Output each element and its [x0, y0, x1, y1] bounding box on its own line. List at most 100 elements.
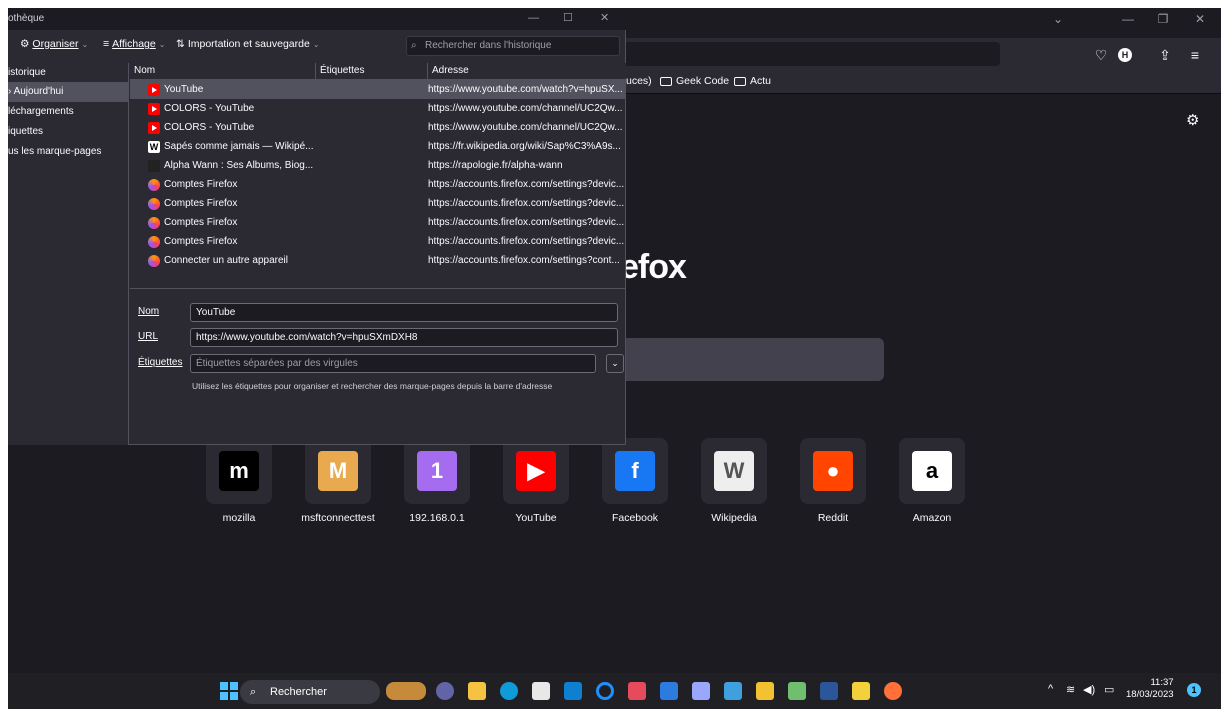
newtab-search-box[interactable] — [610, 338, 884, 381]
sidebar-item-history[interactable]: istorique — [8, 63, 128, 83]
l-app-icon[interactable] — [564, 682, 582, 700]
history-row[interactable]: Comptes Firefox https://accounts.firefox.… — [130, 232, 626, 251]
url-field[interactable]: https://www.youtube.com/watch?v=hpuSXmDX… — [190, 328, 618, 347]
top-site-tile[interactable]: ● — [800, 438, 866, 504]
store-icon[interactable] — [532, 682, 550, 700]
top-site-label[interactable]: mozilla — [189, 512, 289, 524]
import-backup-menu-button[interactable]: ⇅ Importation et sauvegarde ⌄ — [176, 38, 320, 50]
app-s-icon[interactable] — [628, 682, 646, 700]
top-site-label[interactable]: Reddit — [783, 512, 883, 524]
history-row[interactable]: Comptes Firefox https://accounts.firefox.… — [130, 213, 626, 232]
clock[interactable]: 11:37 18/03/2023 — [1126, 677, 1174, 701]
app-yellow-icon[interactable] — [756, 682, 774, 700]
top-site-tile[interactable]: m — [206, 438, 272, 504]
sidebar-item-downloads[interactable]: léchargements — [8, 102, 128, 122]
history-row[interactable]: Comptes Firefox https://accounts.firefox.… — [130, 194, 626, 213]
wifi-icon[interactable]: ≋ — [1066, 683, 1075, 696]
teams-chat-icon[interactable] — [436, 682, 454, 700]
top-site-tile[interactable]: f — [602, 438, 668, 504]
cortana-icon[interactable] — [596, 682, 614, 700]
top-site-tile[interactable]: W — [701, 438, 767, 504]
settings-gear-icon[interactable]: ⚙ — [1186, 111, 1199, 129]
tab-list-icon[interactable]: ⌄ — [1038, 8, 1078, 30]
top-site-logo-icon: M — [318, 451, 358, 491]
photos-icon[interactable] — [724, 682, 742, 700]
sidebar-item-tags[interactable]: iquettes — [8, 122, 128, 142]
top-site-tile[interactable]: a — [899, 438, 965, 504]
word-icon[interactable] — [820, 682, 838, 700]
minimize-icon[interactable]: — — [528, 12, 539, 24]
minimize-icon[interactable]: — — [1108, 8, 1148, 30]
top-site-tile[interactable]: ▶ — [503, 438, 569, 504]
account-avatar-icon[interactable]: H — [1118, 48, 1132, 62]
top-site-logo-icon: ▶ — [516, 451, 556, 491]
top-site-label[interactable]: Wikipedia — [684, 512, 784, 524]
extensions-icon[interactable]: ⇪ — [1156, 46, 1174, 64]
library-title: othèque — [8, 13, 45, 24]
history-row-address: https://www.youtube.com/watch?v=hpuSX... — [428, 84, 623, 95]
file-explorer-icon[interactable] — [468, 682, 486, 700]
search-icon: ⌕ — [411, 40, 417, 51]
history-row[interactable]: YouTube https://www.youtube.com/watch?v=h… — [130, 80, 626, 99]
top-site-label[interactable]: YouTube — [486, 512, 586, 524]
history-row[interactable]: Comptes Firefox https://accounts.firefox.… — [130, 175, 626, 194]
firefox-taskbar-icon[interactable] — [884, 682, 902, 700]
top-site-tile[interactable]: 1 — [404, 438, 470, 504]
bookmark-item[interactable]: uces) — [626, 75, 652, 87]
battery-icon[interactable]: ▭ — [1104, 683, 1114, 696]
history-row[interactable]: W Sapés comme jamais — Wikipé... https://f… — [130, 137, 626, 156]
history-row-name: Connecter un autre appareil — [148, 251, 288, 270]
edge-icon[interactable] — [500, 682, 518, 700]
history-row-name: YouTube — [148, 80, 203, 99]
column-header-name[interactable]: Nom — [130, 63, 316, 80]
history-row-name: Comptes Firefox — [148, 213, 237, 232]
sidebar-item-all-bookmarks[interactable]: us les marque-pages — [8, 142, 128, 162]
weather-widget-icon[interactable] — [386, 682, 426, 700]
history-row-address: https://accounts.firefox.com/settings?co… — [428, 255, 620, 266]
address-bar[interactable] — [608, 42, 1000, 66]
tags-field[interactable]: Étiquettes séparées par des virgules — [190, 354, 596, 373]
menu-icon[interactable]: ≡ — [1186, 46, 1204, 64]
bookmark-label: uces) — [626, 75, 652, 87]
top-site-label[interactable]: Facebook — [585, 512, 685, 524]
top-site-label[interactable]: 192.168.0.1 — [387, 512, 487, 524]
tags-dropdown-chevron-icon[interactable]: ⌄ — [606, 354, 624, 373]
history-row[interactable]: COLORS - YouTube https://www.youtube.com/… — [130, 99, 626, 118]
firefox-account-icon — [148, 254, 160, 267]
bookmark-folder-actu[interactable]: Actu — [734, 75, 771, 87]
bookmark-folder-geek-code[interactable]: Geek Code — [660, 75, 729, 87]
app-green-icon[interactable] — [788, 682, 806, 700]
column-header-tags[interactable]: Étiquettes — [316, 63, 428, 80]
tray-chevron-icon[interactable]: ^ — [1048, 683, 1053, 695]
pocket-icon[interactable]: ♡ — [1092, 46, 1110, 64]
chevron-down-icon: ⌄ — [312, 39, 320, 49]
maximize-icon[interactable]: ☐ — [563, 11, 573, 24]
chevron-down-icon: ⌄ — [81, 39, 89, 49]
rapologie-icon — [148, 159, 160, 172]
history-row[interactable]: Connecter un autre appareil https://accou… — [130, 251, 626, 270]
organise-menu-button[interactable]: ⚙ Organiser ⌄ — [20, 38, 88, 50]
close-icon[interactable]: ✕ — [600, 11, 609, 24]
top-site-tile[interactable]: M — [305, 438, 371, 504]
top-site-logo-icon: f — [615, 451, 655, 491]
close-icon[interactable]: ✕ — [1180, 8, 1220, 30]
column-header-address[interactable]: Adresse — [428, 63, 626, 80]
vscode-icon[interactable] — [660, 682, 678, 700]
name-field[interactable]: YouTube — [190, 303, 618, 322]
taskbar-search[interactable]: ⌕ Rechercher — [240, 680, 380, 704]
restore-icon[interactable]: ❐ — [1143, 8, 1183, 30]
view-menu-button[interactable]: ≡ Affichage ⌄ — [103, 38, 165, 50]
pwn-app-icon[interactable] — [852, 682, 870, 700]
history-row-address: https://fr.wikipedia.org/wiki/Sap%C3%A9s… — [428, 141, 621, 152]
history-row[interactable]: COLORS - YouTube https://www.youtube.com/… — [130, 118, 626, 137]
top-site-label[interactable]: Amazon — [882, 512, 982, 524]
history-row[interactable]: Alpha Wann : Ses Albums, Biog... https://… — [130, 156, 626, 175]
volume-icon[interactable]: ◀) — [1083, 683, 1095, 696]
history-search-input[interactable]: ⌕ Rechercher dans l'historique — [406, 36, 620, 56]
notification-badge[interactable]: 1 — [1187, 683, 1201, 697]
youtube-icon — [148, 121, 160, 134]
sidebar-item-today[interactable]: › Aujourd'hui — [8, 82, 128, 102]
top-site-label[interactable]: msftconnecttest — [288, 512, 388, 524]
snipping-icon[interactable] — [692, 682, 710, 700]
start-windows-icon[interactable] — [220, 682, 238, 700]
